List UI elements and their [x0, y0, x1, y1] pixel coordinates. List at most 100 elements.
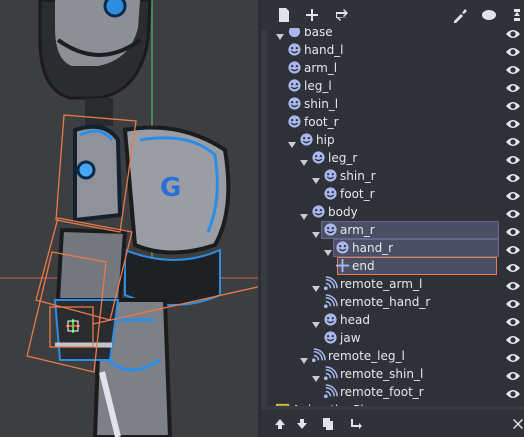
- tree-node-row[interactable]: leg_l: [267, 77, 524, 95]
- delete-icon[interactable]: [511, 417, 524, 431]
- tree-node-row[interactable]: hand_r: [267, 239, 524, 257]
- visibility-eye-icon[interactable]: [505, 349, 521, 362]
- visibility-eye-icon[interactable]: [505, 61, 521, 74]
- tree-node-row[interactable]: foot_r: [267, 113, 524, 131]
- expand-arrow-icon[interactable]: [311, 171, 321, 184]
- new-scene-icon[interactable]: [275, 7, 293, 23]
- tree-node-row[interactable]: remote_hand_r: [267, 293, 524, 311]
- script-icon[interactable]: [451, 7, 469, 23]
- viewport-canvas[interactable]: G: [0, 0, 258, 437]
- tree-node-label: hand_r: [352, 241, 394, 255]
- instance-icon[interactable]: [333, 7, 351, 23]
- skeleton-node-icon: [287, 28, 302, 39]
- expand-arrow-icon[interactable]: [299, 351, 309, 364]
- tree-node-row[interactable]: leg_r: [267, 149, 524, 167]
- animation-node-icon: [275, 402, 290, 406]
- tree-node-row[interactable]: foot_r: [267, 185, 524, 203]
- tree-node-label: shin_l: [304, 97, 339, 111]
- visibility-eye-icon[interactable]: [505, 259, 521, 272]
- tree-node-row[interactable]: shin_l: [267, 95, 524, 113]
- move-down-icon[interactable]: [295, 417, 309, 431]
- tree-node-label: body: [328, 205, 358, 219]
- tree-node-label: foot_r: [304, 115, 339, 129]
- scene-tree[interactable]: base hand_l arm_l leg_l shin_l foot_r hip leg_r…: [267, 28, 524, 406]
- remote-node-icon: [311, 348, 326, 363]
- tree-node-row[interactable]: shin_r: [267, 167, 524, 185]
- tree-node-row[interactable]: end: [267, 257, 524, 275]
- expand-arrow-icon[interactable]: [311, 279, 321, 292]
- tree-node-label: remote_leg_l: [328, 349, 405, 363]
- visibility-eye-icon[interactable]: [505, 115, 521, 128]
- add-node-icon[interactable]: [303, 7, 321, 23]
- scene-bottom-toolbar: [261, 410, 524, 437]
- visibility-eye-icon[interactable]: [505, 28, 521, 38]
- bone-node-icon: [323, 312, 338, 327]
- tree-node-label: leg_l: [304, 79, 332, 93]
- bone-node-icon: [287, 114, 302, 129]
- visibility-eye-icon[interactable]: [505, 385, 521, 398]
- tree-node-row[interactable]: remote_leg_l: [267, 347, 524, 365]
- bone-node-icon: [323, 186, 338, 201]
- visibility-eye-icon[interactable]: [505, 187, 521, 200]
- bone-node-icon: [323, 330, 338, 345]
- tree-node-label: leg_r: [328, 151, 358, 165]
- tree-node-row[interactable]: remote_arm_l: [267, 275, 524, 293]
- remote-node-icon: [323, 366, 338, 381]
- visibility-eye-icon[interactable]: [505, 205, 521, 218]
- visibility-eye-icon[interactable]: [505, 79, 521, 92]
- tree-node-row[interactable]: AnimationPlayer: [267, 401, 524, 406]
- expand-arrow-icon[interactable]: [311, 315, 321, 328]
- canvas-viewport[interactable]: G: [0, 0, 258, 437]
- tree-node-row[interactable]: hip: [267, 131, 524, 149]
- visibility-eye-icon[interactable]: [505, 43, 521, 56]
- duplicate-icon[interactable]: [321, 417, 335, 431]
- tree-node-label: arm_r: [340, 223, 375, 237]
- tree-node-row[interactable]: base: [267, 28, 524, 41]
- visibility-eye-icon[interactable]: [505, 169, 521, 182]
- expand-arrow-icon[interactable]: [275, 28, 285, 40]
- visibility-eye-icon[interactable]: [505, 223, 521, 236]
- visibility-eye-icon[interactable]: [505, 151, 521, 164]
- tree-node-label: remote_shin_l: [340, 367, 424, 381]
- tree-node-row[interactable]: arm_l: [267, 59, 524, 77]
- tree-node-label: hand_l: [304, 43, 344, 57]
- visibility-eye-icon[interactable]: [505, 277, 521, 290]
- bone-node-icon: [287, 42, 302, 57]
- bone-node-icon: [287, 96, 302, 111]
- expand-arrow-icon[interactable]: [299, 207, 309, 220]
- expand-arrow-icon[interactable]: [311, 369, 321, 382]
- tree-node-row[interactable]: remote_foot_r: [267, 383, 524, 401]
- visibility-eye-icon[interactable]: [505, 331, 521, 344]
- visibility-eye-icon[interactable]: [505, 313, 521, 326]
- remote-node-icon: [323, 294, 338, 309]
- visibility-eye-icon[interactable]: [505, 241, 521, 254]
- visibility-eye-icon[interactable]: [505, 97, 521, 110]
- end-position-gizmo: [66, 319, 80, 333]
- bone-node-icon: [323, 222, 338, 237]
- signals-icon[interactable]: [480, 7, 498, 23]
- tree-node-row[interactable]: head: [267, 311, 524, 329]
- tree-node-label: AnimationPlayer: [292, 402, 391, 406]
- tree-node-label: base: [304, 28, 333, 39]
- bone-node-icon: [287, 60, 302, 75]
- tree-node-row[interactable]: jaw: [267, 329, 524, 347]
- tree-node-label: foot_r: [340, 187, 375, 201]
- tree-node-row[interactable]: hand_l: [267, 41, 524, 59]
- visibility-eye-icon[interactable]: [505, 403, 521, 406]
- expand-arrow-icon[interactable]: [311, 225, 321, 238]
- expand-arrow-icon[interactable]: [287, 135, 297, 148]
- scene-tree-dock: base hand_l arm_l leg_l shin_l foot_r hip leg_r…: [258, 0, 524, 437]
- tree-node-label: remote_foot_r: [340, 385, 424, 399]
- tree-node-row[interactable]: body: [267, 203, 524, 221]
- reparent-icon[interactable]: [349, 417, 363, 431]
- visibility-eye-icon[interactable]: [505, 367, 521, 380]
- groups-icon[interactable]: [508, 7, 524, 23]
- move-up-icon[interactable]: [273, 417, 287, 431]
- tree-node-label: jaw: [340, 331, 361, 345]
- expand-arrow-icon[interactable]: [299, 153, 309, 166]
- visibility-eye-icon[interactable]: [505, 295, 521, 308]
- tree-node-row[interactable]: arm_r: [267, 221, 524, 239]
- visibility-eye-icon[interactable]: [505, 133, 521, 146]
- tree-node-row[interactable]: remote_shin_l: [267, 365, 524, 383]
- expand-arrow-icon[interactable]: [323, 243, 333, 256]
